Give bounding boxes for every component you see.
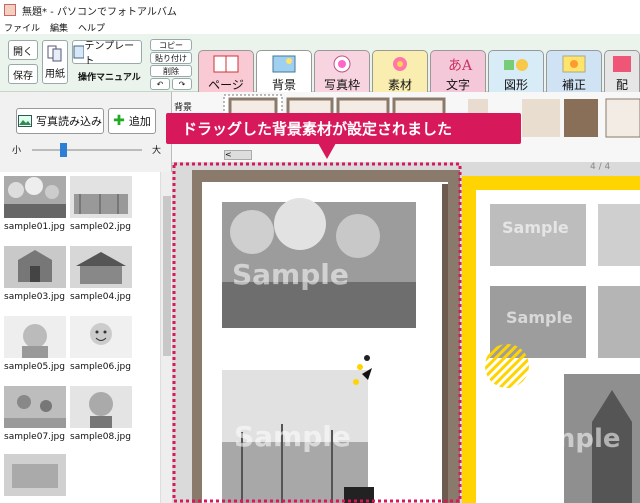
scrollbar-thumb[interactable] [163, 196, 171, 356]
copy-button[interactable]: コピー [150, 39, 192, 51]
notification-text: ドラッグした背景素材が設定されました [182, 120, 453, 138]
redo-button[interactable]: ↷ [172, 78, 192, 90]
load-photos-button[interactable]: 写真読み込み [16, 108, 104, 134]
thumbnail-image[interactable] [70, 386, 132, 428]
flower-icon [393, 57, 407, 71]
thumbnail-size-slider[interactable]: 小 大 [12, 143, 162, 157]
strip-scroll-left[interactable]: < [224, 150, 252, 160]
menu-bar: ファイル 編集 ヘルプ [0, 20, 640, 34]
thumbnail-scrollbar[interactable] [160, 172, 172, 503]
redo-icon: ↷ [178, 79, 186, 89]
paper-label: 用紙 [45, 68, 65, 80]
page-counter: 4 / 4 [590, 162, 611, 172]
tab-background[interactable]: 背景 [256, 50, 312, 92]
add-label: 追加 [128, 115, 151, 128]
notification-callout: ドラッグした背景素材が設定されました [166, 113, 521, 144]
tab-photo-frame[interactable]: 写真枠 [314, 50, 370, 92]
paper-button[interactable]: 用紙 [42, 40, 68, 84]
tab-page-label: ページ [208, 78, 244, 92]
paste-label: 貼り付け [155, 53, 187, 63]
callout-tail [318, 143, 336, 159]
thumbnail-label: sample04.jpg [70, 292, 131, 302]
watermark-text: Sample [506, 308, 573, 327]
book-icon [213, 55, 239, 73]
watermark-text: Sample [512, 424, 621, 454]
tab-layout-label: 配 [615, 78, 628, 92]
title-bar: 無題* - パソコンでフォトアルバム [0, 0, 640, 20]
watermark-text: Sample [234, 420, 351, 453]
slider-track [32, 149, 142, 151]
size-small-label: 小 [12, 146, 22, 156]
ribbon: 開く 保存 用紙 テンプレート 操作マニュアル コピー 貼り付け 削除 ↶ ↷ … [0, 34, 640, 92]
template-icon [73, 45, 85, 59]
photo-panel: 写真読み込み ✚ 追加 小 大 sample01.jpg sample02.jp… [0, 92, 172, 503]
text-icon: あA [448, 58, 473, 74]
window-title: 無題* - パソコンでフォトアルバム [22, 6, 177, 18]
layout-icon [613, 56, 631, 72]
scroll-left-icon: < [225, 150, 232, 159]
tab-correction-label: 補正 [561, 78, 586, 92]
tab-shape-label: 図形 [503, 78, 528, 92]
picture-icon [18, 115, 32, 127]
paste-button[interactable]: 貼り付け [150, 52, 192, 64]
thumbnail-image[interactable] [70, 176, 132, 218]
tab-correction[interactable]: 補正 [546, 50, 602, 92]
save-button[interactable]: 保存 [8, 64, 38, 84]
plus-icon: ✚ [113, 113, 125, 129]
thumbnail-image[interactable] [4, 246, 66, 288]
thumbnail-image[interactable] [70, 246, 132, 288]
background-icon [272, 55, 296, 73]
add-button[interactable]: ✚ 追加 [108, 108, 156, 134]
app-icon [4, 4, 16, 16]
tab-page[interactable]: ページ [198, 50, 254, 92]
thumbnail-image[interactable] [4, 454, 66, 496]
menu-help[interactable]: ヘルプ [78, 21, 105, 34]
shape-icon [504, 59, 528, 71]
menu-edit[interactable]: 編集 [50, 21, 68, 34]
thumbnail-label: sample01.jpg [4, 222, 65, 232]
thumbnail-list: sample01.jpg sample02.jpg sample03.jpg s… [0, 172, 160, 503]
watermark-text: Sample [502, 218, 569, 237]
load-photos-label: 写真読み込み [36, 115, 102, 128]
thumbnail-image[interactable] [70, 316, 132, 358]
svg-text:あA: あA [448, 58, 473, 74]
undo-button[interactable]: ↶ [150, 78, 170, 90]
delete-button[interactable]: 削除 [150, 65, 192, 77]
save-label: 保存 [13, 70, 33, 82]
delete-label: 削除 [163, 66, 179, 76]
tab-background-label: 背景 [271, 78, 296, 92]
album-canvas: Sample Sample Sample Sample Sample [172, 162, 640, 503]
manual-link[interactable]: 操作マニュアル [78, 70, 141, 83]
background-strip-label: 背景 [174, 103, 193, 113]
thumbnail-image[interactable] [4, 176, 66, 218]
menu-file[interactable]: ファイル [4, 21, 40, 34]
paper-icon [47, 45, 62, 61]
undo-icon: ↶ [156, 79, 164, 89]
open-label: 開く [13, 46, 33, 58]
thumbnail-label: sample07.jpg [4, 432, 65, 442]
sun-icon [562, 55, 586, 73]
tab-text[interactable]: あA 文字 [430, 50, 486, 92]
tab-layout[interactable]: 配 [604, 50, 640, 92]
thumbnail-label: sample08.jpg [70, 432, 131, 442]
open-button[interactable]: 開く [8, 40, 38, 60]
tab-text-label: 文字 [445, 78, 470, 92]
thumbnail-label: sample03.jpg [4, 292, 65, 302]
tab-shape[interactable]: 図形 [488, 50, 544, 92]
template-button[interactable]: テンプレート [72, 40, 142, 67]
thumbnail-image[interactable] [4, 316, 66, 358]
watermark-text: Sample [232, 258, 349, 291]
tab-photo-frame-label: 写真枠 [323, 78, 360, 92]
slider-thumb[interactable] [59, 143, 67, 157]
size-large-label: 大 [152, 146, 162, 156]
thumbnail-label: sample02.jpg [70, 222, 131, 232]
thumbnail-image[interactable] [4, 386, 66, 428]
tab-material-label: 素材 [387, 78, 412, 92]
thumbnail-label: sample06.jpg [70, 362, 131, 372]
photo-frame-icon [333, 55, 351, 73]
tab-material[interactable]: 素材 [372, 50, 428, 92]
copy-label: コピー [159, 40, 183, 50]
thumbnail-label: sample05.jpg [4, 362, 65, 372]
template-label: テンプレート [84, 41, 135, 67]
